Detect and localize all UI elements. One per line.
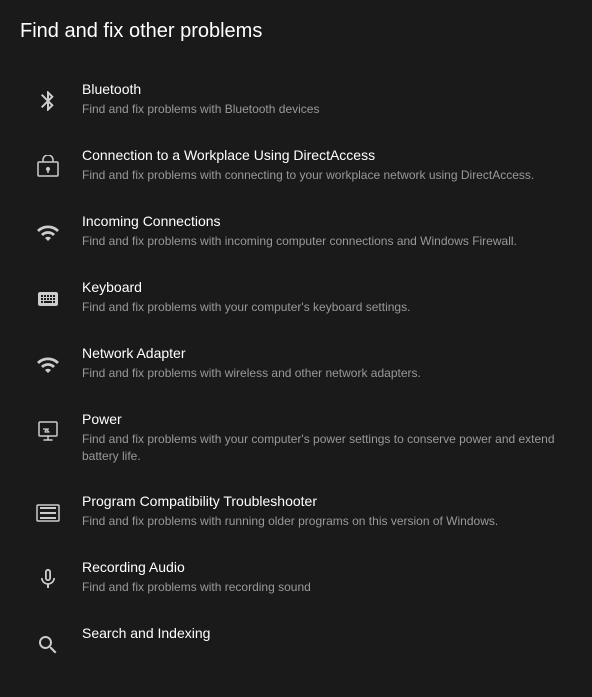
troubleshooter-list: Bluetooth Find and fix problems with Blu… [20,67,572,677]
directaccess-icon [30,149,66,185]
program-icon [30,495,66,531]
item-desc-program-compatibility: Find and fix problems with running older… [82,513,498,530]
item-text-directaccess: Connection to a Workplace Using DirectAc… [82,147,534,184]
search-icon [30,627,66,663]
item-title-keyboard: Keyboard [82,279,410,295]
item-text-search-indexing: Search and Indexing [82,625,210,645]
power-icon [30,413,66,449]
list-item-network-adapter[interactable]: Network Adapter Find and fix problems wi… [20,331,572,397]
item-text-recording-audio: Recording Audio Find and fix problems wi… [82,559,311,596]
item-text-keyboard: Keyboard Find and fix problems with your… [82,279,410,316]
list-item-recording-audio[interactable]: Recording Audio Find and fix problems wi… [20,545,572,611]
item-title-search-indexing: Search and Indexing [82,625,210,641]
keyboard-icon [30,281,66,317]
item-title-power: Power [82,411,562,427]
item-text-incoming-connections: Incoming Connections Find and fix proble… [82,213,517,250]
item-desc-keyboard: Find and fix problems with your computer… [82,299,410,316]
page-container: Find and fix other problems Bluetooth Fi… [20,20,572,677]
item-title-recording-audio: Recording Audio [82,559,311,575]
item-title-incoming-connections: Incoming Connections [82,213,517,229]
item-text-power: Power Find and fix problems with your co… [82,411,562,465]
item-desc-power: Find and fix problems with your computer… [82,431,562,465]
list-item-program-compatibility[interactable]: Program Compatibility Troubleshooter Fin… [20,479,572,545]
item-desc-incoming-connections: Find and fix problems with incoming comp… [82,233,517,250]
item-text-bluetooth: Bluetooth Find and fix problems with Blu… [82,81,319,118]
item-text-network-adapter: Network Adapter Find and fix problems wi… [82,345,421,382]
list-item-power[interactable]: Power Find and fix problems with your co… [20,397,572,479]
item-desc-bluetooth: Find and fix problems with Bluetooth dev… [82,101,319,118]
bluetooth-icon [30,83,66,119]
list-item-bluetooth[interactable]: Bluetooth Find and fix problems with Blu… [20,67,572,133]
item-desc-directaccess: Find and fix problems with connecting to… [82,167,534,184]
item-title-network-adapter: Network Adapter [82,345,421,361]
list-item-directaccess[interactable]: Connection to a Workplace Using DirectAc… [20,133,572,199]
incoming-icon [30,215,66,251]
page-title: Find and fix other problems [20,20,572,43]
item-title-bluetooth: Bluetooth [82,81,319,97]
audio-icon [30,561,66,597]
item-text-program-compatibility: Program Compatibility Troubleshooter Fin… [82,493,498,530]
item-desc-network-adapter: Find and fix problems with wireless and … [82,365,421,382]
item-title-directaccess: Connection to a Workplace Using DirectAc… [82,147,534,163]
list-item-incoming-connections[interactable]: Incoming Connections Find and fix proble… [20,199,572,265]
list-item-search-indexing[interactable]: Search and Indexing [20,611,572,677]
list-item-keyboard[interactable]: Keyboard Find and fix problems with your… [20,265,572,331]
item-title-program-compatibility: Program Compatibility Troubleshooter [82,493,498,509]
item-desc-recording-audio: Find and fix problems with recording sou… [82,579,311,596]
network-icon [30,347,66,383]
